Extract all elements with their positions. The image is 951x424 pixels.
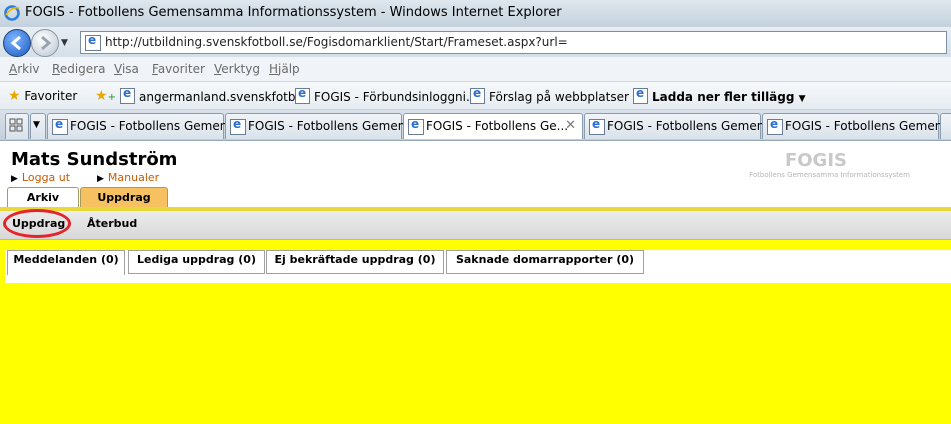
triangle-right-icon: ▶ [11, 174, 18, 184]
manuals-link[interactable]: ▶ Manualer [97, 171, 159, 184]
menu-visa[interactable]: Visa [114, 62, 139, 76]
main-tab-arkiv[interactable]: Arkiv [7, 187, 79, 208]
favorite-link-3[interactable]: Förslag på webbplatser ▼ [470, 86, 640, 104]
page-icon [120, 86, 135, 104]
address-bar-row: ▼ http://utbildning.svenskfotboll.se/Fog… [0, 27, 951, 57]
favorites-label: Favoriter [24, 89, 78, 103]
highlight-circle [3, 209, 71, 238]
menu-bar: Arkiv Redigera Visa Favoriter Verktyg Hj… [0, 57, 951, 82]
content-area [0, 283, 951, 424]
add-favorite-icon[interactable]: ★+ [95, 88, 116, 104]
page-icon [85, 33, 101, 51]
favorite-link-4[interactable]: Ladda ner fler tillägg ▼ [633, 86, 806, 104]
favorite-link-2[interactable]: FOGIS - Förbundsinloggni... [295, 86, 477, 104]
quick-tabs-icon [9, 118, 23, 132]
browser-tab-3-active[interactable]: FOGIS - Fotbollens Ge...✕ [403, 113, 583, 139]
page-icon [295, 86, 310, 104]
content-tab-lediga-uppdrag[interactable]: Lediga uppdrag (0) [128, 250, 265, 274]
page-icon [589, 117, 605, 135]
ie-logo-icon [4, 5, 20, 21]
page-icon [633, 86, 648, 104]
menu-redigera[interactable]: Redigera [52, 62, 105, 76]
page-icon [470, 86, 485, 104]
history-dropdown-icon[interactable]: ▼ [61, 38, 68, 48]
page-icon [230, 117, 246, 135]
triangle-right-icon: ▶ [97, 174, 104, 184]
fogis-logo-subtitle: Fotbollens Gemensamma Informationssystem [749, 171, 910, 179]
fogis-logo: FOGIS [784, 150, 847, 171]
new-tab-button[interactable] [940, 113, 951, 139]
browser-tab-2[interactable]: FOGIS - Fotbollens Gemen... [225, 113, 417, 139]
browser-tab-4[interactable]: FOGIS - Fotbollens Gemen... [584, 113, 776, 139]
subnav-aterbud[interactable]: Återbud [87, 217, 137, 230]
browser-tab-bar: ▼ FOGIS - Fotbollens Gemen... FOGIS - Fo… [0, 110, 951, 141]
page-icon [52, 117, 68, 135]
page-icon [767, 117, 783, 135]
favorites-bar: ★ Favoriter ★+ angermanland.svenskfotb..… [0, 82, 951, 110]
menu-verktyg[interactable]: Verktyg [214, 62, 260, 76]
chevron-down-icon: ▼ [798, 94, 806, 104]
address-url: http://utbildning.svenskfotboll.se/Fogis… [105, 35, 568, 49]
page-header: Mats Sundström ▶ Logga ut ▶ Manualer FOGIS… [0, 141, 951, 210]
main-tab-uppdrag[interactable]: Uppdrag [80, 187, 168, 208]
content-tabs-row: Meddelanden (0) Lediga uppdrag (0) Ej be… [0, 250, 951, 283]
user-name: Mats Sundström [11, 149, 178, 170]
window-title: FOGIS - Fotbollens Gemensamma Informatio… [25, 5, 562, 20]
forward-button[interactable] [31, 29, 59, 57]
close-tab-icon[interactable]: ✕ [565, 118, 576, 133]
logout-link[interactable]: ▶ Logga ut [11, 171, 70, 184]
window-title-bar: FOGIS - Fotbollens Gemensamma Informatio… [0, 0, 951, 28]
star-icon: ★ [8, 88, 21, 104]
tab-list-button[interactable]: ▼ [30, 113, 46, 139]
browser-tab-1[interactable]: FOGIS - Fotbollens Gemen... [47, 113, 239, 139]
sub-navigation: Uppdrag Återbud [0, 209, 951, 240]
menu-arkiv[interactable]: Arkiv [9, 62, 40, 76]
chevron-down-icon: ▼ [33, 120, 40, 130]
forward-arrow-icon [41, 35, 52, 51]
content-tab-saknade-domarrapporter[interactable]: Saknade domarrapporter (0) [446, 250, 644, 274]
browser-tab-5[interactable]: FOGIS - Fotbollens Gemen... [762, 113, 951, 139]
back-arrow-icon [10, 35, 21, 51]
favorite-link-1[interactable]: angermanland.svenskfotb... [120, 86, 307, 104]
quick-tabs-button[interactable] [5, 113, 29, 139]
favorites-button[interactable]: ★ Favoriter [8, 88, 77, 104]
content-tab-ej-bekraftade[interactable]: Ej bekräftade uppdrag (0) [266, 250, 444, 274]
address-input[interactable]: http://utbildning.svenskfotboll.se/Fogis… [80, 31, 947, 54]
page-icon [408, 117, 424, 135]
back-button[interactable] [3, 29, 31, 57]
content-tab-meddelanden[interactable]: Meddelanden (0) [7, 250, 125, 275]
menu-favoriter[interactable]: Favoriter [152, 62, 205, 76]
menu-hjalp[interactable]: Hjälp [269, 62, 300, 76]
